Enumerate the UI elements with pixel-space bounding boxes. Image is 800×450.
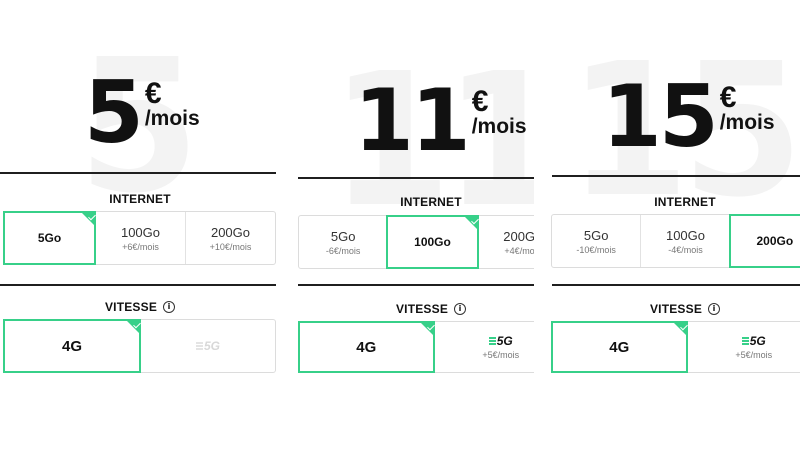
- internet-option-100go[interactable]: 100Go: [386, 215, 479, 269]
- internet-option-100go[interactable]: 100Go -4€/mois: [640, 215, 729, 267]
- internet-option-5go[interactable]: 5Go -10€/mois: [552, 215, 640, 267]
- speed-option-4g[interactable]: 4G: [551, 321, 688, 373]
- plan-card-11: 11 11 € /mois INTERNET 5Go -6€/mois 100G…: [294, 0, 534, 450]
- speed-title: VITESSE i: [294, 302, 534, 316]
- speed-option-5g[interactable]: 5G +5€/mois: [686, 322, 800, 372]
- info-icon[interactable]: i: [708, 303, 721, 315]
- price-display: 11 € /mois: [354, 78, 527, 164]
- internet-option-200go[interactable]: 200Go +4€/mois: [477, 216, 534, 268]
- price-currency: €: [471, 85, 489, 118]
- divider: [552, 175, 800, 177]
- speed-title: VITESSE i: [548, 302, 800, 316]
- check-icon: [462, 215, 479, 231]
- check-icon: [125, 319, 141, 335]
- internet-title: INTERNET: [400, 195, 462, 209]
- divider: [0, 172, 276, 174]
- plan-card-5: 5 5 € /mois INTERNET 5Go 100Go +6€/mois …: [0, 0, 280, 450]
- internet-option-5go[interactable]: 5Go: [3, 211, 96, 265]
- internet-options: 5Go 100Go +6€/mois 200Go +10€/mois: [3, 211, 276, 265]
- speed-option-4g[interactable]: 4G: [298, 321, 435, 373]
- price-period: /mois: [719, 111, 775, 134]
- check-icon: [418, 321, 435, 337]
- price-display: 5 € /mois: [84, 70, 200, 156]
- internet-option-200go[interactable]: 200Go: [728, 214, 800, 268]
- speed-options: 4G 5G +5€/mois: [551, 321, 800, 373]
- divider: [298, 284, 534, 286]
- speed-option-5g: 5G: [140, 320, 275, 372]
- speed-title: VITESSE i: [0, 300, 280, 314]
- plan-card-15: 15 15 € /mois INTERNET 5Go -10€/mois 100…: [548, 0, 800, 450]
- speed-lines-icon: [488, 336, 496, 347]
- info-icon[interactable]: i: [163, 301, 176, 313]
- speed-options: 4G 5G +5€/mois: [298, 321, 534, 373]
- internet-options: 5Go -10€/mois 100Go -4€/mois 200Go: [551, 214, 800, 268]
- price-currency: €: [144, 77, 162, 110]
- price-amount: 11: [354, 71, 471, 171]
- price-currency: €: [719, 81, 737, 114]
- price-period: /mois: [144, 107, 200, 130]
- check-icon: [671, 321, 688, 337]
- internet-title: INTERNET: [654, 195, 716, 209]
- speed-option-4g[interactable]: 4G: [3, 319, 141, 373]
- internet-option-5go[interactable]: 5Go -6€/mois: [299, 216, 387, 268]
- divider: [552, 284, 800, 286]
- speed-options: 4G 5G: [3, 319, 276, 373]
- internet-title: INTERNET: [109, 192, 171, 206]
- speed-option-5g[interactable]: 5G +5€/mois: [433, 322, 535, 372]
- speed-lines-icon: [741, 336, 749, 347]
- price-amount: 15: [602, 67, 719, 167]
- speed-lines-icon: [195, 341, 203, 352]
- divider: [298, 177, 534, 179]
- price-display: 15 € /mois: [602, 74, 775, 160]
- internet-option-200go[interactable]: 200Go +10€/mois: [185, 212, 275, 264]
- internet-options: 5Go -6€/mois 100Go 200Go +4€/mois: [298, 215, 534, 269]
- check-icon: [80, 211, 96, 227]
- info-icon[interactable]: i: [454, 303, 467, 315]
- price-amount: 5: [84, 63, 144, 163]
- divider: [0, 284, 276, 286]
- price-period: /mois: [471, 115, 527, 138]
- internet-option-100go[interactable]: 100Go +6€/mois: [95, 212, 185, 264]
